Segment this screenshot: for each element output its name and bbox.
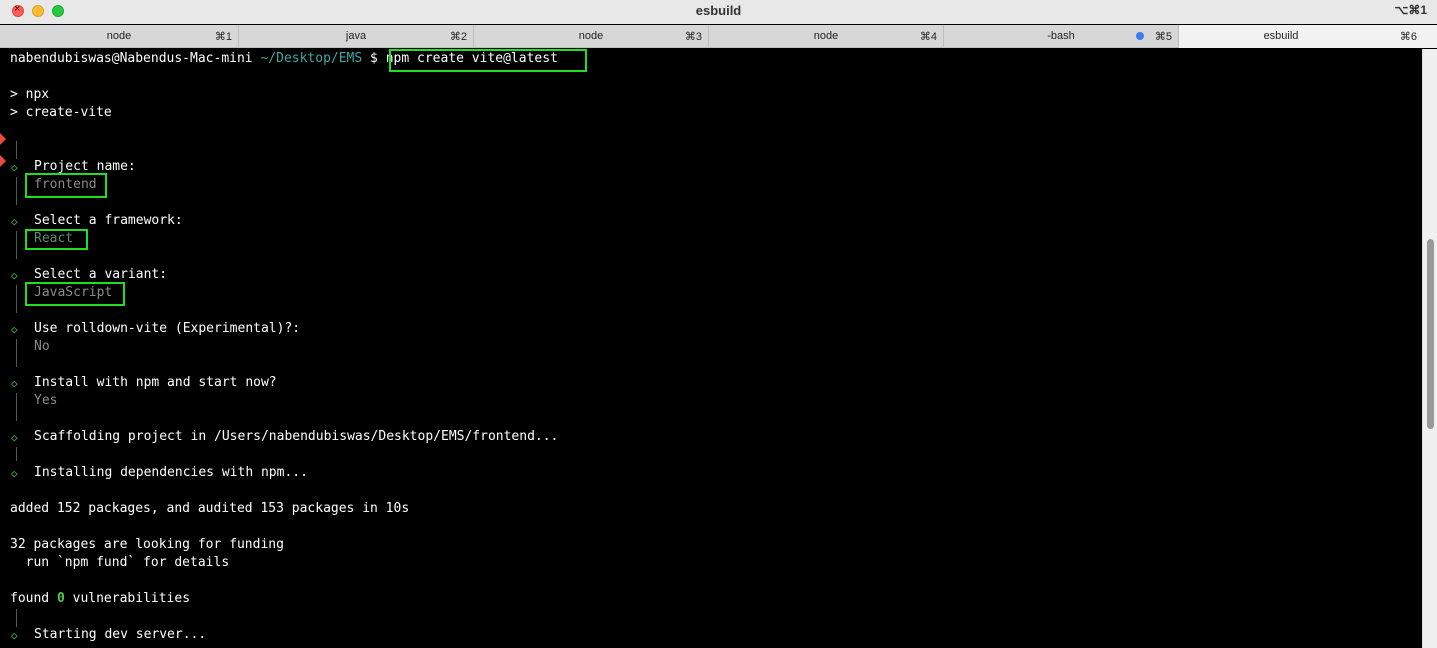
installing-line: Installing dependencies with npm... [34, 465, 308, 480]
terminal-output[interactable]: nabendubiswas@Nabendus-Mac-mini ~/Deskto… [0, 49, 1422, 648]
tab-shortcut: ⌘6 [1399, 31, 1417, 43]
added-packages-line: added 152 packages, and audited 153 pack… [10, 501, 410, 516]
gutter-line [16, 393, 17, 421]
found-suffix: vulnerabilities [72, 591, 191, 606]
tab-node-4[interactable]: node ⌘4 [709, 25, 944, 48]
gutter-line [16, 141, 17, 159]
step-diamond-icon: ◇ [11, 377, 18, 390]
tab-shortcut: ⌘5 [1154, 31, 1172, 43]
prompt-path: ~/Desktop/EMS [260, 51, 363, 66]
step-diamond-icon: ◇ [11, 467, 18, 480]
step-diamond-icon: ◇ [11, 431, 18, 444]
activity-dot-icon [1136, 32, 1144, 40]
tab-node-1[interactable]: node ⌘1 [0, 25, 239, 48]
step-diamond-icon: ◇ [11, 215, 18, 228]
tab-shortcut: ⌘1 [214, 31, 232, 43]
tab-bash[interactable]: -bash ⌘5 [944, 25, 1179, 48]
tab-shortcut: ⌘3 [684, 31, 702, 43]
window-shortcut: ⌥⌘1 [1394, 3, 1427, 17]
tab-esbuild[interactable]: esbuild ⌘6 [1179, 25, 1437, 48]
prompt-rolldown: Use rolldown-vite (Experimental)?: [34, 321, 301, 336]
red-marker-icon [0, 133, 6, 145]
step-diamond-icon: ◇ [11, 161, 18, 174]
tab-label: esbuild [1263, 30, 1299, 42]
variant-highlight-box [25, 282, 125, 306]
vulnerability-count: 0 [56, 591, 65, 606]
starting-server-line: Starting dev server... [34, 627, 207, 642]
create-vite-line: > create-vite [10, 105, 112, 120]
framework-highlight-box [25, 229, 88, 250]
step-diamond-icon: ◇ [11, 629, 18, 642]
prompt-framework: Select a framework: [34, 213, 183, 228]
tab-shortcut: ⌘4 [919, 31, 937, 43]
scaffolding-line: Scaffolding project in /Users/nabendubis… [34, 429, 559, 444]
red-marker-icon [0, 155, 6, 167]
prompt-install: Install with npm and start now? [34, 375, 277, 390]
tab-label: node [813, 30, 839, 42]
gutter-line [16, 447, 17, 461]
tab-label: node [578, 30, 604, 42]
tab-java[interactable]: java ⌘2 [239, 25, 474, 48]
step-diamond-icon: ◇ [11, 323, 18, 336]
tab-label: node [106, 30, 132, 42]
project-name-highlight-box [25, 173, 107, 198]
vulnerabilities-line: found 0 vulnerabilities [10, 590, 190, 608]
window-title: esbuild [695, 3, 742, 18]
tab-bar: node ⌘1 java ⌘2 node ⌘3 node ⌘4 -bash ⌘5… [0, 25, 1437, 48]
answer-rolldown: No [34, 339, 50, 354]
window-titlebar: esbuild ⌥⌘1 [0, 0, 1437, 24]
gutter-line [16, 285, 17, 313]
found-prefix: found [10, 591, 50, 606]
gutter-line [16, 609, 17, 627]
gutter-line [16, 177, 17, 205]
funding-line: 32 packages are looking for funding [10, 537, 284, 552]
fund-hint-line: run `npm fund` for details [10, 555, 230, 570]
answer-install: Yes [34, 393, 58, 408]
vertical-scrollbar[interactable] [1422, 49, 1437, 648]
scrollbar-thumb[interactable] [1427, 239, 1434, 429]
step-diamond-icon: ◇ [11, 269, 18, 282]
tab-label: java [345, 30, 367, 42]
tab-node-3[interactable]: node ⌘3 [474, 25, 709, 48]
prompt-user: nabendubiswas@Nabendus-Mac-mini [10, 51, 253, 66]
gutter-line [16, 339, 17, 367]
prompt-symbol: $ [370, 51, 378, 66]
gutter-line [16, 231, 17, 259]
tab-shortcut: ⌘2 [449, 31, 467, 43]
command-highlight-box [389, 49, 587, 72]
npx-line: > npx [10, 87, 50, 102]
